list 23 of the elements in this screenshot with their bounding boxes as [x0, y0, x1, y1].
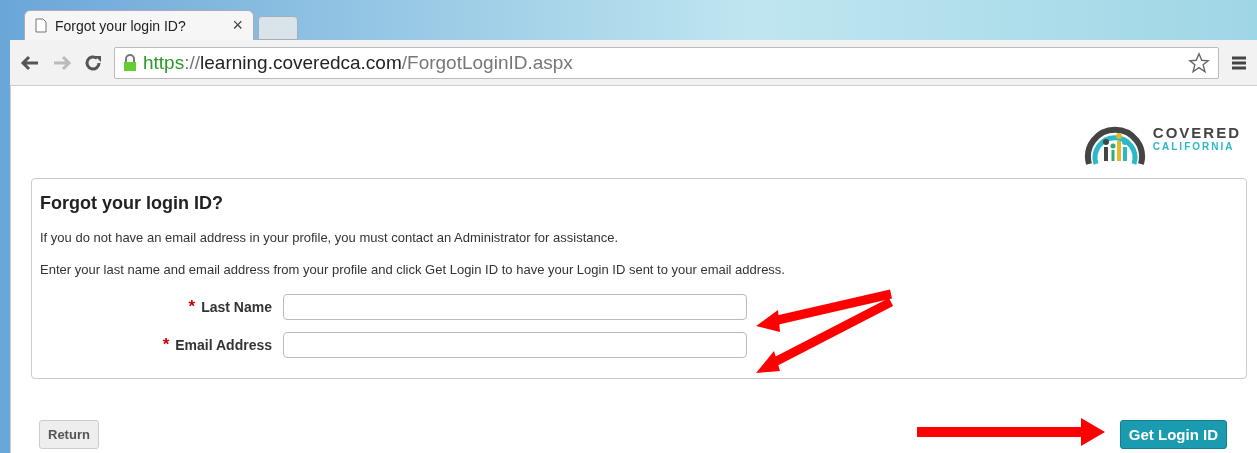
logo-subtext: CALIFORNIA	[1152, 141, 1236, 152]
url-text: https://learning.coveredca.com/ForgotLoginID.aspx	[143, 51, 573, 74]
field-label: Last Name	[201, 299, 272, 315]
input-field[interactable]	[283, 332, 747, 358]
logo-text: COVERED	[1152, 124, 1241, 141]
form-title: Forgot your login ID?	[40, 193, 224, 214]
reload-icon[interactable]	[84, 53, 102, 72]
menu-icon[interactable]	[1231, 54, 1247, 71]
tab-title: Forgot your login ID?	[55, 17, 187, 34]
field-label: Email Address	[175, 337, 272, 353]
return-button[interactable]: Return	[39, 420, 99, 449]
lock-icon	[123, 53, 137, 72]
browser-tab[interactable]: Forgot your login ID? ×	[24, 10, 254, 40]
address-bar[interactable]: https://learning.coveredca.com/ForgotLoginID.aspx	[114, 46, 1219, 79]
instruction-text: If you do not have an email address in your profile, you must contact an Administrator for assistance.	[40, 230, 620, 245]
required-marker: *	[162, 335, 170, 355]
close-icon[interactable]: ×	[232, 15, 243, 36]
instruction-text: Enter your last name and email address from your profile and click Get Login ID to have your Login ID sent to your email address.	[40, 262, 786, 277]
back-icon[interactable]	[20, 54, 40, 71]
required-marker: *	[188, 297, 196, 317]
star-icon[interactable]	[1188, 51, 1210, 74]
input-field[interactable]	[283, 294, 747, 320]
page-icon	[35, 18, 47, 33]
